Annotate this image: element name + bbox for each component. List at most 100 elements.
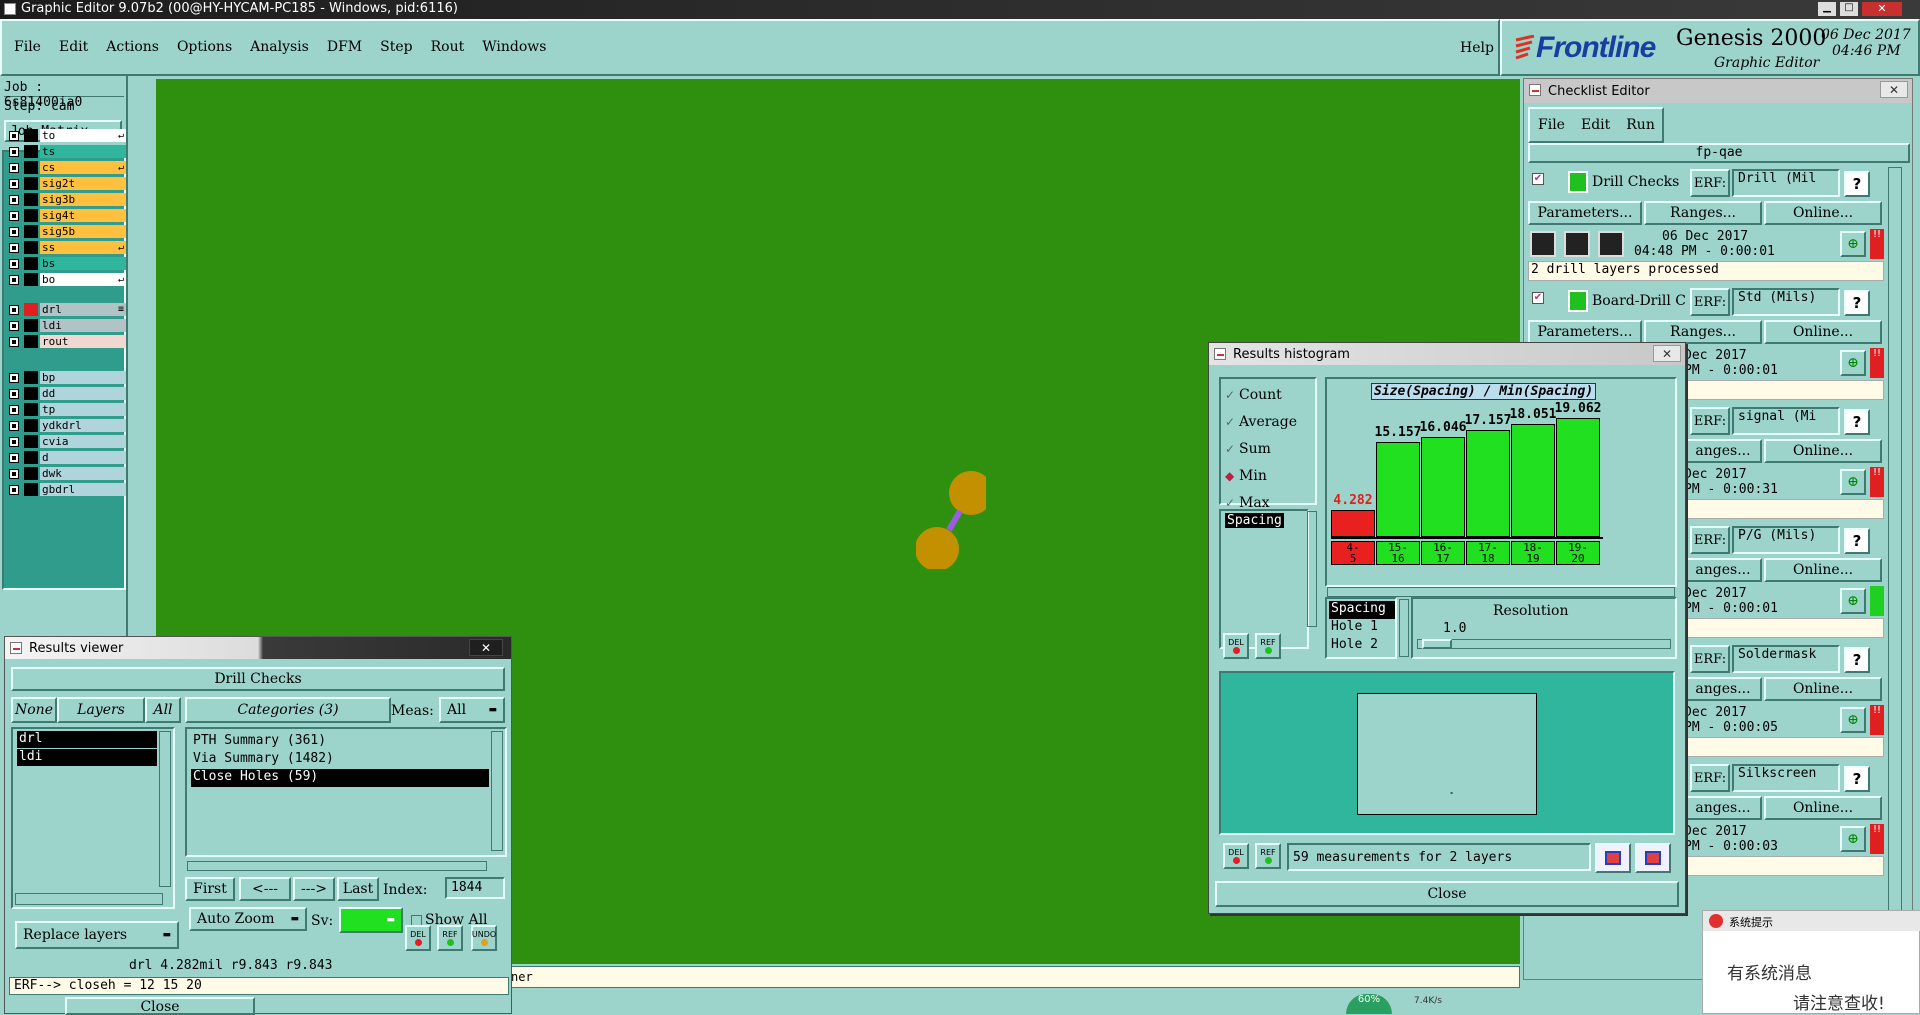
layer-name[interactable]: sig5b <box>40 225 126 238</box>
layer-name[interactable]: ts <box>40 145 126 158</box>
zoom-icon[interactable]: ⊕ <box>1840 707 1866 733</box>
zoom-icon[interactable]: ⊕ <box>1840 469 1866 495</box>
attr-item[interactable]: Hole 1 <box>1329 619 1395 637</box>
layer-color-swatch[interactable] <box>24 225 38 238</box>
layer-name[interactable]: drl ≡ <box>40 303 126 316</box>
vertical-scrollbar[interactable] <box>159 731 171 887</box>
stat-option[interactable]: ✓ Average <box>1225 408 1315 435</box>
layer-color-swatch[interactable] <box>24 403 38 416</box>
layer-color-swatch[interactable] <box>24 483 38 496</box>
ranges-button[interactable]: anges... <box>1684 558 1762 582</box>
menu-actions[interactable]: Actions <box>106 39 159 55</box>
layer-name[interactable]: sig2t <box>40 177 126 190</box>
online-button[interactable]: Online... <box>1764 558 1882 582</box>
layer-name[interactable]: dd <box>40 387 126 400</box>
layer-row[interactable]: dd <box>6 386 126 401</box>
category-cell[interactable]: 15- 16 <box>1376 541 1420 565</box>
attr-item[interactable]: Spacing <box>1329 601 1395 619</box>
help-button[interactable]: ? <box>1844 290 1870 316</box>
layer-row[interactable]: rout <box>6 334 126 349</box>
category-cell[interactable]: 19- 20 <box>1556 541 1600 565</box>
histogram-close-button[interactable]: Close <box>1215 881 1679 907</box>
histogram-bar[interactable] <box>1376 442 1420 537</box>
layer-list-item[interactable]: drl <box>17 731 157 748</box>
ref-button[interactable]: REF <box>1255 843 1281 869</box>
category-item[interactable]: Via Summary (1482) <box>191 751 489 769</box>
layer-color-swatch[interactable] <box>24 193 38 206</box>
export-icon[interactable] <box>1595 843 1631 873</box>
del-button[interactable]: DEL <box>1223 843 1249 869</box>
layer-checkbox[interactable] <box>9 243 19 253</box>
layer-color-swatch[interactable] <box>24 335 38 348</box>
menu-step[interactable]: Step <box>380 39 412 55</box>
attribute-spacing[interactable]: Spacing <box>1225 513 1284 528</box>
vertical-scrollbar[interactable] <box>1307 511 1317 627</box>
layer-row[interactable]: bp <box>6 370 126 385</box>
layer-checkbox[interactable] <box>9 437 19 447</box>
layer-row[interactable]: ldi <box>6 318 126 333</box>
menu-file[interactable]: File <box>14 39 41 55</box>
layer-color-swatch[interactable] <box>24 257 38 270</box>
layer-color-swatch[interactable] <box>24 145 38 158</box>
ref-button[interactable]: REF <box>1255 633 1281 659</box>
layer-name[interactable]: dwk <box>40 467 126 480</box>
erf-field[interactable]: P/G (Mils) <box>1732 526 1840 554</box>
layer-checkbox[interactable] <box>9 275 19 285</box>
menu-edit[interactable]: Edit <box>59 39 88 55</box>
layer-name[interactable]: ydkdrl <box>40 419 126 432</box>
del-button[interactable]: DEL <box>405 925 431 951</box>
online-button[interactable]: Online... <box>1764 201 1882 225</box>
prev-button[interactable]: <--- <box>239 877 291 901</box>
vertical-scrollbar[interactable] <box>1399 599 1409 657</box>
online-button[interactable]: Online... <box>1764 320 1882 344</box>
horizontal-scrollbar[interactable] <box>1327 587 1675 597</box>
help-button[interactable]: ? <box>1844 647 1870 673</box>
layer-row[interactable]: ts <box>6 144 126 159</box>
layer-checkbox[interactable] <box>9 131 19 141</box>
layer-name[interactable]: bs <box>40 257 126 270</box>
layer-checkbox[interactable] <box>9 179 19 189</box>
layer-checkbox[interactable] <box>9 211 19 221</box>
layer-color-swatch[interactable] <box>24 371 38 384</box>
checklist-menu-run[interactable]: Run <box>1626 117 1655 133</box>
layer-checkbox[interactable] <box>9 321 19 331</box>
layer-row[interactable]: sig3b <box>6 192 126 207</box>
maximize-icon[interactable]: □ <box>1840 2 1858 16</box>
erf-field[interactable]: Std (Mils) <box>1732 288 1840 316</box>
layer-name[interactable]: bo ↵ <box>40 273 126 286</box>
stat-option[interactable]: ✓ Sum <box>1225 435 1315 462</box>
close-icon[interactable]: ✕ <box>469 639 503 656</box>
attr-item[interactable]: Hole 2 <box>1329 637 1395 655</box>
category-cell[interactable]: 4- 5 <box>1331 541 1375 565</box>
zoom-icon[interactable]: ⊕ <box>1840 588 1866 614</box>
layer-list-item[interactable]: ldi <box>17 749 157 766</box>
resolution-slider[interactable] <box>1417 639 1671 649</box>
layer-row[interactable]: cvia <box>6 434 126 449</box>
online-button[interactable]: Online... <box>1764 796 1882 820</box>
layer-color-swatch[interactable] <box>24 419 38 432</box>
layer-color-swatch[interactable] <box>24 467 38 480</box>
layer-name[interactable]: sig4t <box>40 209 126 222</box>
layer-row[interactable]: gbdrl <box>6 482 126 497</box>
layer-row[interactable]: bs <box>6 256 126 271</box>
layer-color-swatch[interactable] <box>24 303 38 316</box>
category-cell[interactable]: 17- 18 <box>1466 541 1510 565</box>
layer-color-swatch[interactable] <box>24 161 38 174</box>
layer-name[interactable]: cs ↵ <box>40 161 126 174</box>
preview-canvas[interactable]: ᐤ <box>1357 693 1537 815</box>
histogram-bar[interactable] <box>1511 424 1555 537</box>
layer-name[interactable]: d <box>40 451 126 464</box>
ranges-button[interactable]: anges... <box>1684 439 1762 463</box>
menu-analysis[interactable]: Analysis <box>250 39 309 55</box>
layer-name[interactable]: ss ↵ <box>40 241 126 254</box>
index-input[interactable]: 1844 <box>445 877 505 899</box>
layer-row[interactable]: tp <box>6 402 126 417</box>
checklist-menu-file[interactable]: File <box>1538 117 1565 133</box>
last-button[interactable]: Last <box>337 877 379 901</box>
menu-rout[interactable]: Rout <box>431 39 465 55</box>
help-button[interactable]: ? <box>1844 171 1870 197</box>
check-name-button[interactable]: Drill Checks <box>11 667 505 691</box>
category-item[interactable]: PTH Summary (361) <box>191 733 489 751</box>
layer-row[interactable]: dwk <box>6 466 126 481</box>
zoom-icon[interactable]: ⊕ <box>1840 231 1866 257</box>
